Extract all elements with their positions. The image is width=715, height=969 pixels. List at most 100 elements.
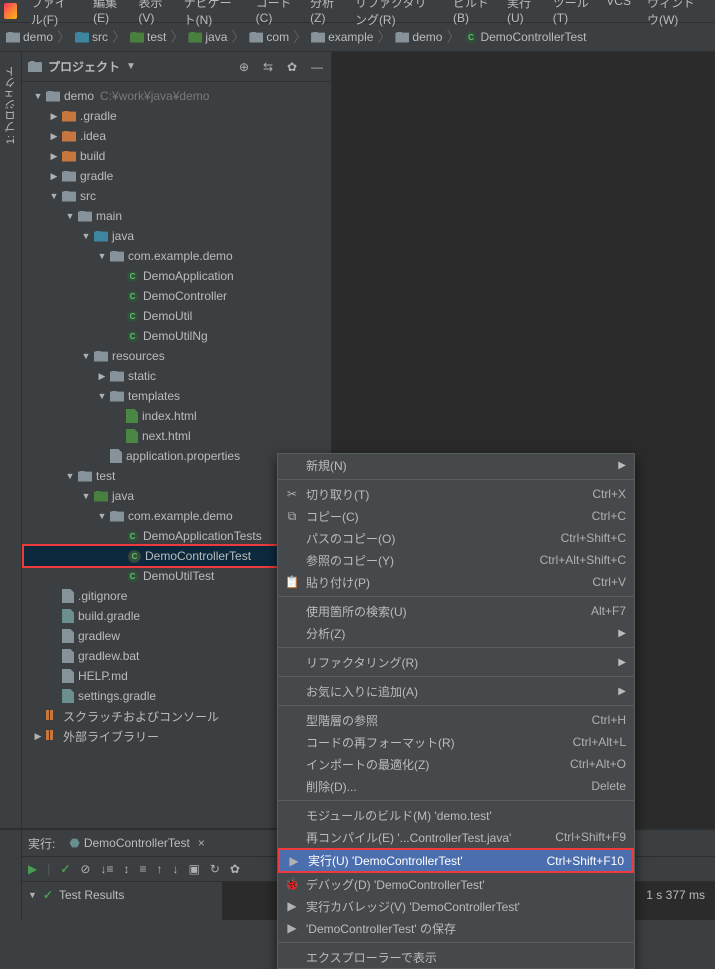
collapse-all-icon[interactable]: ≡: [140, 862, 147, 876]
tree-row[interactable]: ▼java: [22, 226, 331, 246]
folder-icon: [78, 211, 92, 222]
tree-row[interactable]: CDemoController: [22, 286, 331, 306]
context-menu-item[interactable]: モジュールのビルド(M) 'demo.test': [278, 804, 634, 826]
tree-row[interactable]: ▼resources: [22, 346, 331, 366]
breadcrumb-item[interactable]: example: [311, 30, 373, 44]
menu-item[interactable]: リファクタリング(R): [349, 0, 443, 30]
context-menu-item[interactable]: 新規(N)▶: [278, 454, 634, 476]
file-icon: [62, 649, 74, 663]
locate-icon[interactable]: ⊕: [239, 60, 253, 74]
menu-item[interactable]: 実行(U): [501, 0, 543, 30]
menu-item[interactable]: ビルド(B): [447, 0, 497, 30]
panel-title: プロジェクト: [48, 58, 120, 75]
class-icon: C: [128, 550, 141, 563]
close-icon[interactable]: ×: [198, 836, 205, 850]
tree-row[interactable]: index.html: [22, 406, 331, 426]
folder-icon: [110, 371, 124, 382]
folder-icon: [94, 491, 108, 502]
context-menu-item[interactable]: インポートの最適化(Z)Ctrl+Alt+O: [278, 753, 634, 775]
menu-item[interactable]: ナビゲート(N): [178, 0, 246, 30]
context-menu-item[interactable]: リファクタリング(R)▶: [278, 651, 634, 673]
history-icon[interactable]: ↻: [210, 862, 220, 876]
tree-row[interactable]: ▼main: [22, 206, 331, 226]
tree-row[interactable]: ▶static: [22, 366, 331, 386]
context-menu-item[interactable]: 削除(D)...Delete: [278, 775, 634, 797]
context-menu-item[interactable]: 使用箇所の検索(U)Alt+F7: [278, 600, 634, 622]
pass-icon[interactable]: ✓: [60, 862, 70, 876]
context-menu-item[interactable]: パスのコピー(O)Ctrl+Shift+C: [278, 527, 634, 549]
context-menu-item[interactable]: お気に入りに追加(A)▶: [278, 680, 634, 702]
context-menu-item[interactable]: エクスプローラーで表示: [278, 946, 634, 968]
menu-icon: ▶: [284, 921, 300, 935]
breadcrumb-item[interactable]: test: [130, 30, 166, 44]
sort-icon[interactable]: ↓≡: [100, 862, 113, 876]
tree-row[interactable]: CDemoUtilNg: [22, 326, 331, 346]
tree-row[interactable]: ▶.gradle: [22, 106, 331, 126]
context-menu-item[interactable]: 🐞デバッグ(D) 'DemoControllerTest': [278, 873, 634, 895]
file-icon: [62, 609, 74, 623]
breadcrumb-item[interactable]: java: [188, 30, 227, 44]
tree-row[interactable]: ▼src: [22, 186, 331, 206]
context-menu-item[interactable]: ▶'DemoControllerTest' の保存: [278, 917, 634, 939]
menu-icon: ▶: [284, 899, 300, 913]
tree-row[interactable]: next.html: [22, 426, 331, 446]
tree-row[interactable]: ▼com.example.demo: [22, 246, 331, 266]
gear-icon[interactable]: ✿: [230, 862, 240, 876]
menu-item[interactable]: 編集(E): [87, 0, 128, 30]
menu-item[interactable]: ウィンドウ(W): [641, 0, 711, 30]
menu-item[interactable]: VCS: [600, 0, 637, 30]
menu-item[interactable]: 表示(V): [132, 0, 173, 30]
library-icon: [46, 710, 59, 722]
context-menu-item[interactable]: 型階層の参照Ctrl+H: [278, 709, 634, 731]
context-menu-item[interactable]: ▶実行カバレッジ(V) 'DemoControllerTest': [278, 895, 634, 917]
context-menu-item[interactable]: ✂切り取り(T)Ctrl+X: [278, 483, 634, 505]
folder-icon: [62, 131, 76, 142]
test-duration: 1 s 377 ms: [646, 888, 705, 902]
file-icon: [110, 449, 122, 463]
breadcrumb-item[interactable]: demo: [395, 30, 442, 44]
menu-item[interactable]: ツール(T): [547, 0, 597, 30]
breadcrumb-item[interactable]: src: [75, 30, 108, 44]
collapse-icon[interactable]: ⇆: [263, 60, 277, 74]
expand-icon[interactable]: ↕: [124, 862, 130, 876]
context-menu-item[interactable]: 📋貼り付け(P)Ctrl+V: [278, 571, 634, 593]
context-menu-item[interactable]: 分析(Z)▶: [278, 622, 634, 644]
fail-icon[interactable]: ⊘: [80, 862, 90, 876]
breadcrumb-item[interactable]: CDemoControllerTest: [464, 30, 586, 44]
tree-row[interactable]: ▼demoC:¥work¥java¥demo: [22, 86, 331, 106]
context-menu-item[interactable]: ⧉コピー(C)Ctrl+C: [278, 505, 634, 527]
context-menu-item[interactable]: 再コンパイル(E) '...ControllerTest.java'Ctrl+S…: [278, 826, 634, 848]
left-tool-stripe: 1: プロジェクト: [0, 52, 22, 847]
tree-row[interactable]: CDemoApplication: [22, 266, 331, 286]
tree-row[interactable]: ▶build: [22, 146, 331, 166]
menu-item[interactable]: ファイル(F): [25, 0, 83, 30]
run-tab[interactable]: ⬣ DemoControllerTest ×: [61, 834, 213, 852]
context-menu-item[interactable]: コードの再フォーマット(R)Ctrl+Alt+L: [278, 731, 634, 753]
tree-row[interactable]: CDemoUtil: [22, 306, 331, 326]
test-results-label[interactable]: Test Results: [59, 888, 124, 902]
menu-item[interactable]: 分析(Z): [304, 0, 345, 30]
next-icon[interactable]: ↓: [173, 862, 179, 876]
tree-row[interactable]: ▶.idea: [22, 126, 331, 146]
prev-icon[interactable]: ↑: [157, 862, 163, 876]
menu-icon: 📋: [284, 575, 300, 589]
file-icon: [62, 669, 74, 683]
hide-icon[interactable]: —: [311, 60, 325, 74]
tree-row[interactable]: ▶gradle: [22, 166, 331, 186]
folder-icon: [110, 511, 124, 522]
tree-row[interactable]: ▼templates: [22, 386, 331, 406]
dropdown-icon[interactable]: ▼: [126, 61, 136, 72]
breadcrumb-item[interactable]: demo: [6, 30, 53, 44]
rerun-icon[interactable]: ▶: [28, 862, 37, 876]
context-menu-item[interactable]: ▶実行(U) 'DemoControllerTest'Ctrl+Shift+F1…: [278, 848, 634, 873]
export-icon[interactable]: ▣: [189, 862, 200, 876]
menu-item[interactable]: コード(C): [250, 0, 301, 30]
gear-icon[interactable]: ✿: [287, 60, 301, 74]
class-icon: C: [126, 330, 139, 343]
folder-icon: [62, 191, 76, 202]
tab-project[interactable]: 1: プロジェクト: [1, 56, 21, 154]
context-menu[interactable]: 新規(N)▶ ✂切り取り(T)Ctrl+X⧉コピー(C)Ctrl+Cパスのコピー(…: [277, 453, 635, 969]
breadcrumb-item[interactable]: com: [249, 30, 289, 44]
context-menu-item[interactable]: 参照のコピー(Y)Ctrl+Alt+Shift+C: [278, 549, 634, 571]
folder-icon: [62, 171, 76, 182]
